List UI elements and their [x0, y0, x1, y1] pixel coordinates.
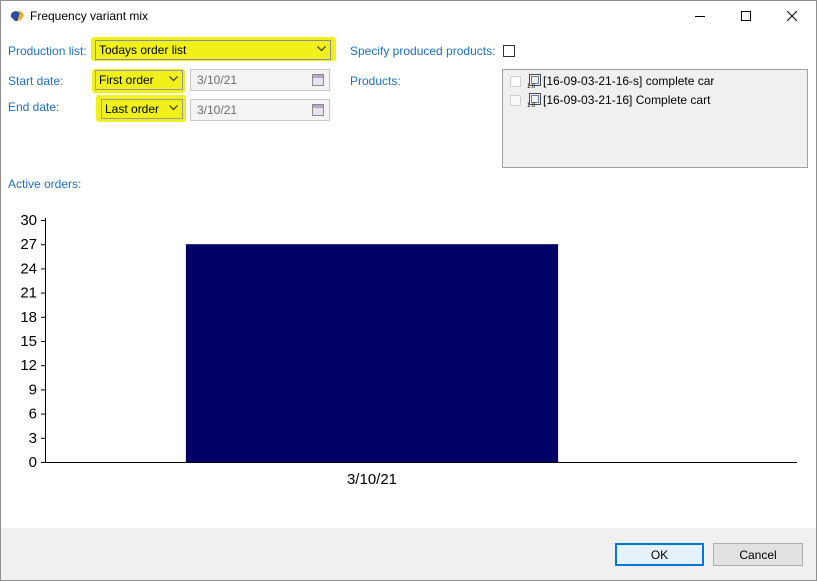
- y-tick-label: 9: [29, 381, 37, 398]
- product-item[interactable]: 1.0 [16-09-03-21-16] Complete cart: [510, 92, 710, 108]
- start-date-label: Start date:: [8, 74, 64, 88]
- y-tick-label: 15: [20, 333, 37, 350]
- y-tick-label: 12: [20, 357, 37, 374]
- end-date-mode-value: Last order: [105, 102, 160, 116]
- start-date-mode-value: First order: [99, 73, 154, 87]
- minimize-button[interactable]: [677, 0, 723, 32]
- end-date-mode-dropdown[interactable]: Last order: [101, 99, 183, 119]
- start-date-value: 3/10/21: [197, 73, 238, 87]
- product-checkbox[interactable]: [510, 94, 521, 106]
- product-item[interactable]: 1.0 [16-09-03-21-16-s] complete car: [510, 73, 714, 89]
- maximize-button[interactable]: [723, 0, 769, 32]
- x-tick-label: 3/10/21: [347, 471, 397, 488]
- minimize-icon: [695, 16, 705, 17]
- products-list-pane: 1.0 [16-09-03-21-16-s] complete car 1.0 …: [503, 70, 714, 167]
- active-orders-chart: 0 3 6 9 12 15 18 21 24 27 30 3/10/21: [20, 212, 797, 488]
- close-icon: [787, 11, 797, 21]
- active-orders-label: Active orders:: [8, 177, 82, 191]
- y-tick-label: 21: [20, 285, 37, 302]
- product-icon: 1.0: [527, 93, 541, 107]
- start-date-mode-dropdown[interactable]: First order: [95, 70, 183, 90]
- product-checkbox[interactable]: [510, 75, 521, 87]
- production-list-value: Todays order list: [99, 43, 187, 57]
- chevron-down-icon: [317, 46, 326, 52]
- cancel-button[interactable]: Cancel: [713, 543, 803, 566]
- product-label: [16-09-03-21-16-s] complete car: [543, 74, 714, 88]
- product-label: [16-09-03-21-16] Complete cart: [543, 93, 711, 107]
- maximize-icon: [741, 11, 751, 21]
- window-title: Frequency variant mix: [30, 9, 149, 23]
- calendar-icon[interactable]: [312, 74, 324, 86]
- y-tick-label: 0: [29, 454, 37, 471]
- end-date-value: 3/10/21: [197, 103, 238, 117]
- specify-products-label: Specify produced products:: [350, 44, 496, 58]
- products-listbox[interactable]: 1.0 [16-09-03-21-16-s] complete car 1.0 …: [502, 69, 808, 168]
- calendar-icon[interactable]: [312, 104, 324, 116]
- y-tick-label: 6: [29, 406, 37, 423]
- svg-text:1.0: 1.0: [527, 103, 536, 107]
- y-tick-label: 3: [29, 430, 37, 447]
- y-tick-label: 27: [20, 236, 37, 253]
- chevron-down-icon: [169, 105, 178, 111]
- products-label: Products:: [350, 74, 401, 88]
- chevron-down-icon: [169, 76, 178, 82]
- specify-products-checkbox[interactable]: [503, 45, 515, 57]
- y-tick-label: 30: [20, 212, 37, 229]
- product-icon: 1.0: [527, 74, 541, 88]
- production-list-dropdown[interactable]: Todays order list: [95, 40, 331, 60]
- close-button[interactable]: [769, 0, 815, 32]
- y-tick-label: 18: [20, 309, 37, 326]
- title-bar: Frequency variant mix: [0, 0, 817, 32]
- svg-text:1.0: 1.0: [527, 84, 536, 88]
- y-tick-label: 24: [20, 260, 37, 277]
- app-icon: [10, 10, 24, 21]
- end-date-label: End date:: [8, 100, 60, 114]
- production-list-label: Production list:: [8, 44, 87, 58]
- bar: [185, 244, 559, 462]
- end-date-picker[interactable]: 3/10/21: [190, 99, 330, 121]
- start-date-picker[interactable]: 3/10/21: [190, 69, 330, 91]
- ok-button[interactable]: OK: [615, 543, 704, 566]
